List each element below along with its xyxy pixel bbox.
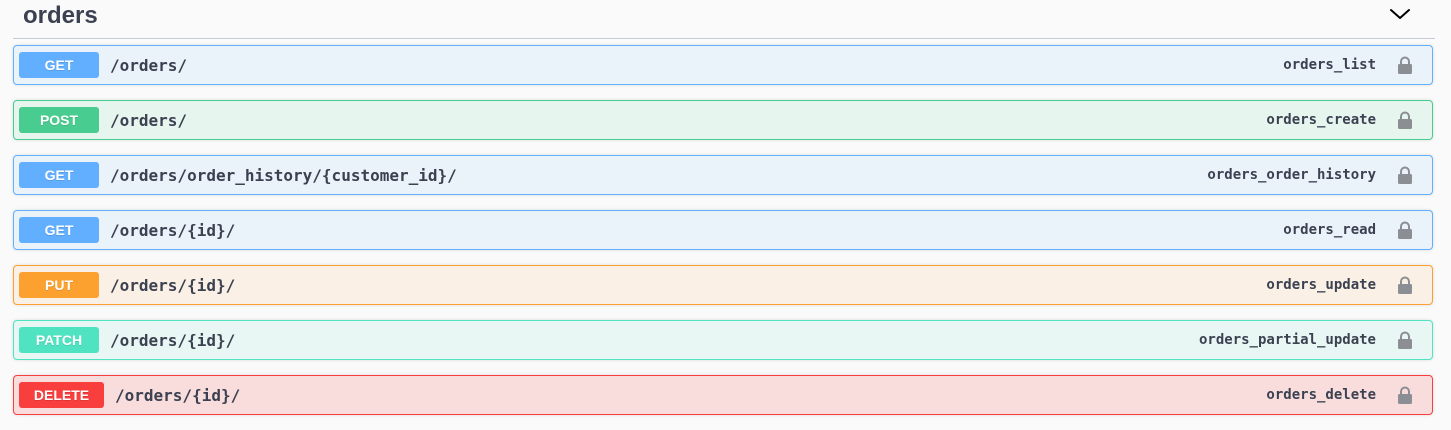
- operation-orders-create[interactable]: POST /orders/ orders_create: [13, 100, 1433, 140]
- operation-path: /orders/{id}/: [115, 385, 241, 405]
- method-badge-get: GET: [19, 162, 99, 188]
- operation-id: orders_delete: [1266, 387, 1376, 403]
- operation-orders-delete[interactable]: DELETE /orders/{id}/ orders_delete: [13, 375, 1433, 415]
- section-title[interactable]: orders: [23, 2, 98, 30]
- operation-orders-partial-update[interactable]: PATCH /orders/{id}/ orders_partial_updat…: [13, 320, 1433, 360]
- method-badge-patch: PATCH: [19, 327, 99, 353]
- lock-icon[interactable]: [1395, 220, 1415, 240]
- lock-icon[interactable]: [1395, 275, 1415, 295]
- operation-orders-list[interactable]: GET /orders/ orders_list: [13, 45, 1433, 85]
- operation-path: /orders/{id}/: [110, 330, 236, 350]
- method-badge-put: PUT: [19, 272, 99, 298]
- orders-section: orders GET /orders/ orders_list POST /or…: [0, 0, 1451, 430]
- method-badge-get: GET: [19, 52, 99, 78]
- chevron-down-icon[interactable]: [1386, 2, 1414, 26]
- operation-path: /orders/order_history/{customer_id}/: [110, 165, 457, 185]
- operation-orders-order-history[interactable]: GET /orders/order_history/{customer_id}/…: [13, 155, 1433, 195]
- lock-icon[interactable]: [1395, 110, 1415, 130]
- operation-orders-read[interactable]: GET /orders/{id}/ orders_read: [13, 210, 1433, 250]
- operation-path: /orders/{id}/: [110, 220, 236, 240]
- operation-id: orders_update: [1266, 277, 1376, 293]
- operation-path: /orders/{id}/: [110, 275, 236, 295]
- operation-path: /orders/: [110, 55, 188, 75]
- operation-id: orders_list: [1283, 57, 1376, 73]
- operation-path: /orders/: [110, 110, 188, 130]
- lock-icon[interactable]: [1395, 385, 1415, 405]
- operation-id: orders_partial_update: [1198, 332, 1376, 348]
- operation-orders-update[interactable]: PUT /orders/{id}/ orders_update: [13, 265, 1433, 305]
- operation-id: orders_order_history: [1207, 167, 1376, 183]
- section-header[interactable]: orders: [13, 0, 1435, 39]
- lock-icon[interactable]: [1395, 330, 1415, 350]
- method-badge-delete: DELETE: [19, 382, 104, 408]
- operation-id: orders_read: [1283, 222, 1376, 238]
- method-badge-get: GET: [19, 217, 99, 243]
- method-badge-post: POST: [19, 107, 99, 133]
- lock-icon[interactable]: [1395, 55, 1415, 75]
- operation-id: orders_create: [1266, 112, 1376, 128]
- lock-icon[interactable]: [1395, 165, 1415, 185]
